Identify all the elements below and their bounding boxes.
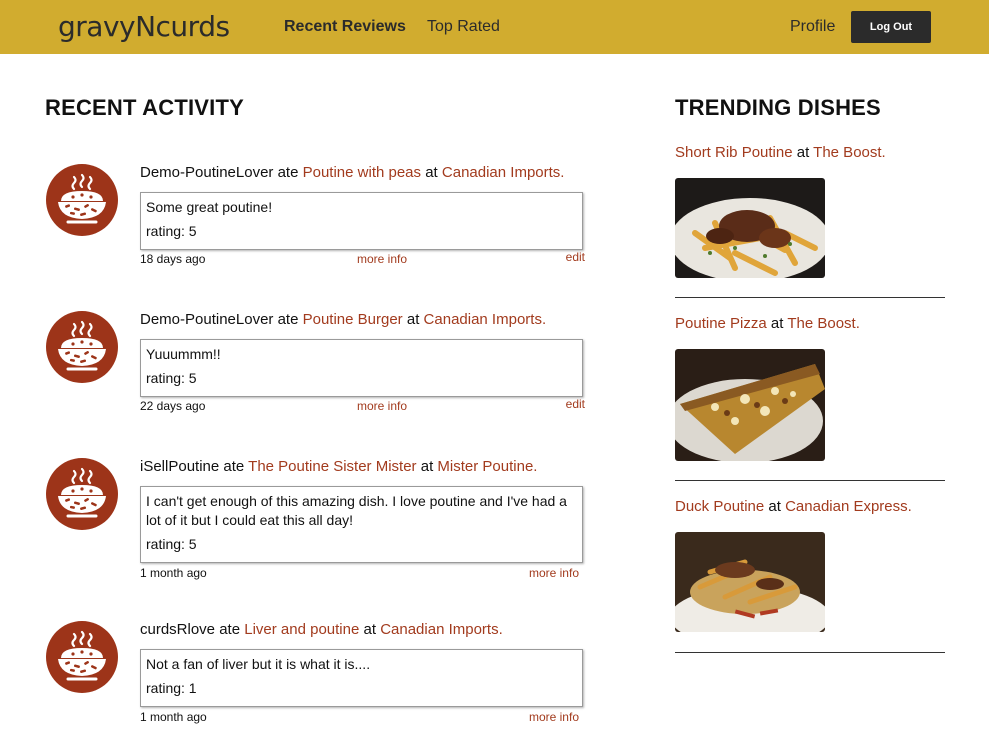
restaurant-link[interactable]: The Boost. (813, 144, 886, 161)
review-comment: Yuuummm!! (146, 346, 221, 362)
review-comment: I can't get enough of this amazing dish.… (146, 493, 567, 528)
divider (675, 480, 945, 481)
divider (675, 297, 945, 298)
dish-link[interactable]: Poutine with peas (303, 164, 421, 181)
nav-top-rated[interactable]: Top Rated (427, 18, 500, 36)
review-box: Some great poutine! rating: 5 (140, 192, 583, 250)
duck-poutine-photo[interactable] (675, 532, 825, 632)
at-word: at (420, 458, 434, 475)
ate-word: ate (223, 458, 245, 475)
poutine-bowl-icon (46, 164, 118, 236)
divider (675, 652, 945, 653)
poutine-bowl-icon (46, 311, 118, 383)
activity-headline: curdsRlove ate Liver and poutine at Cana… (140, 621, 503, 638)
activity-user: iSellPoutine (140, 458, 220, 475)
activity-user: curdsRlove (140, 621, 216, 638)
at-word: at (770, 315, 784, 332)
more-info-link[interactable]: more info (357, 252, 407, 266)
recent-activity-heading: RECENT ACTIVITY (45, 95, 244, 120)
activity-time: 1 month ago (140, 710, 207, 724)
edit-link[interactable]: edit (566, 250, 585, 264)
activity-time: 1 month ago (140, 566, 207, 580)
poutine-pizza-photo[interactable] (675, 349, 825, 461)
ate-word: ate (277, 311, 299, 328)
activity-time: 18 days ago (140, 252, 206, 266)
restaurant-link[interactable]: Canadian Express. (785, 498, 912, 515)
dish-link[interactable]: The Poutine Sister Mister (248, 458, 416, 475)
review-comment: Not a fan of liver but it is what it is.… (146, 656, 371, 672)
restaurant-link[interactable]: The Boost. (787, 315, 860, 332)
trending-headline: Short Rib Poutine at The Boost. (675, 144, 886, 161)
dish-link[interactable]: Poutine Burger (303, 311, 403, 328)
at-word: at (768, 498, 781, 515)
short-rib-poutine-photo[interactable] (675, 178, 825, 278)
dish-link[interactable]: Poutine Pizza (675, 315, 767, 332)
trending-headline: Poutine Pizza at The Boost. (675, 315, 860, 332)
nav-recent-reviews[interactable]: Recent Reviews (284, 18, 406, 36)
review-comment: Some great poutine! (146, 199, 273, 215)
activity-headline: iSellPoutine ate The Poutine Sister Mist… (140, 458, 537, 475)
activity-user: Demo-PoutineLover (140, 164, 274, 181)
at-word: at (425, 164, 438, 181)
dish-link[interactable]: Liver and poutine (244, 621, 359, 638)
review-rating: rating: 1 (146, 680, 197, 696)
edit-link[interactable]: edit (566, 397, 585, 411)
restaurant-link[interactable]: Canadian Imports. (442, 164, 565, 181)
trending-dishes-heading: TRENDING DISHES (675, 95, 881, 120)
more-info-link[interactable]: more info (529, 710, 579, 724)
review-box: I can't get enough of this amazing dish.… (140, 486, 583, 563)
restaurant-link[interactable]: Canadian Imports. (424, 311, 547, 328)
activity-user: Demo-PoutineLover (140, 311, 274, 328)
top-navbar: gravyNcurds Recent Reviews Top Rated Pro… (0, 0, 989, 54)
at-word: at (406, 311, 420, 328)
at-word: at (796, 144, 810, 161)
logout-button[interactable]: Log Out (851, 11, 931, 43)
more-info-link[interactable]: more info (357, 399, 407, 413)
restaurant-link[interactable]: Mister Poutine. (437, 458, 537, 475)
restaurant-link[interactable]: Canadian Imports. (380, 621, 503, 638)
review-rating: rating: 5 (146, 223, 197, 239)
dish-link[interactable]: Duck Poutine (675, 498, 764, 515)
review-box: Yuuummm!! rating: 5 (140, 339, 583, 397)
poutine-bowl-icon (46, 458, 118, 530)
ate-word: ate (219, 621, 241, 638)
at-word: at (363, 621, 377, 638)
more-info-link[interactable]: more info (529, 566, 579, 580)
dish-link[interactable]: Short Rib Poutine (675, 144, 793, 161)
review-rating: rating: 5 (146, 536, 197, 552)
poutine-bowl-icon (46, 621, 118, 693)
activity-headline: Demo-PoutineLover ate Poutine with peas … (140, 164, 564, 181)
activity-headline: Demo-PoutineLover ate Poutine Burger at … (140, 311, 546, 328)
brand-logo[interactable]: gravyNcurds (58, 10, 230, 43)
review-box: Not a fan of liver but it is what it is.… (140, 649, 583, 707)
review-rating: rating: 5 (146, 370, 197, 386)
nav-profile[interactable]: Profile (790, 18, 835, 36)
trending-headline: Duck Poutine at Canadian Express. (675, 498, 912, 515)
ate-word: ate (277, 164, 299, 181)
activity-time: 22 days ago (140, 399, 206, 413)
